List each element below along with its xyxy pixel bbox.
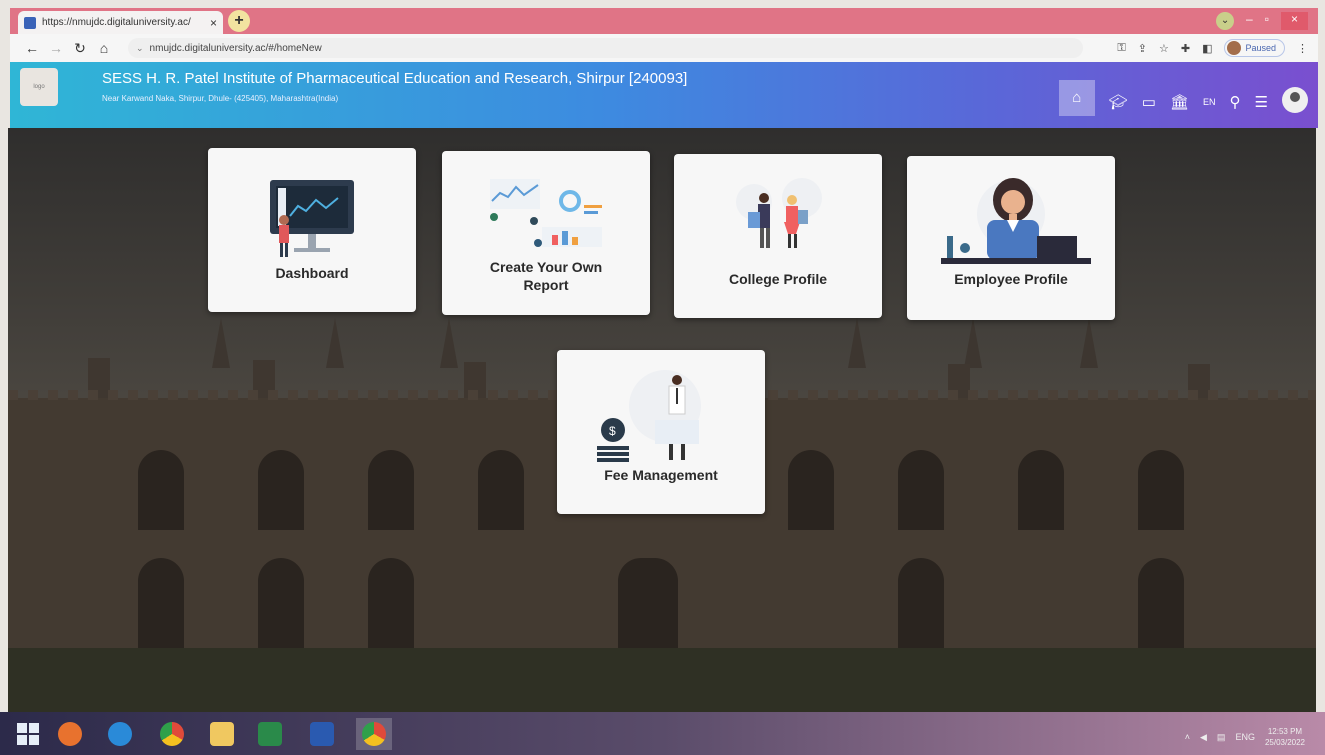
institute-name: SESS H. R. Patel Institute of Pharmaceut… <box>102 70 688 87</box>
reload-icon[interactable]: ↻ <box>68 40 92 57</box>
fee-management-card[interactable]: $ Fee Management <box>557 350 765 514</box>
screen: https://nmujdc.digitaluniversity.ac/ × +… <box>0 0 1325 755</box>
start-button[interactable] <box>10 718 46 750</box>
institute-address: Near Karwand Naka, Shirpur, Dhule- (4254… <box>102 94 339 103</box>
clock-date: 25/03/2022 <box>1264 738 1305 747</box>
building-window <box>1138 450 1184 530</box>
institute-logo[interactable]: logo <box>20 68 58 106</box>
report-illustration-icon <box>490 179 602 247</box>
bank-icon[interactable]: 🏛︎ <box>1170 93 1189 111</box>
building-window <box>898 450 944 530</box>
building-window <box>138 558 184 648</box>
building-window <box>368 558 414 648</box>
spire <box>212 318 230 368</box>
fee-management-label: Fee Management <box>604 467 718 483</box>
new-tab-button[interactable]: + <box>228 10 250 32</box>
clock[interactable]: 12:53 PM 25/03/2022 <box>1265 726 1305 748</box>
firefox-taskbar-icon[interactable] <box>52 718 88 750</box>
building-window <box>1018 450 1064 530</box>
tab-title: https://nmujdc.digitaluniversity.ac/ <box>42 17 191 28</box>
spire <box>848 318 866 368</box>
tray-chevron-icon[interactable]: ˄ <box>1185 732 1190 742</box>
building-window <box>258 450 304 530</box>
share-icon[interactable]: ⇪ <box>1138 42 1147 55</box>
building-door <box>618 558 678 648</box>
language-selector[interactable]: EN <box>1203 97 1216 107</box>
internet-explorer-taskbar-icon[interactable] <box>102 718 138 750</box>
site-favicon-icon <box>24 16 36 29</box>
employee-profile-label: Employee Profile <box>954 271 1068 287</box>
book-icon[interactable]: ▭ <box>1142 93 1156 111</box>
address-bar[interactable]: ⌄ nmujdc.digitaluniversity.ac/#/homeNew <box>128 38 1083 58</box>
building-window <box>788 450 834 530</box>
chrome-active-taskbar-icon[interactable] <box>356 718 392 750</box>
college-profile-label: College Profile <box>728 271 828 287</box>
bookmark-star-icon[interactable]: ☆ <box>1159 42 1169 55</box>
profile-button[interactable]: Paused <box>1224 39 1285 57</box>
dashboard-illustration-icon <box>270 180 354 257</box>
minimize-button[interactable]: – <box>1246 12 1253 30</box>
fee-management-illustration-icon: $ <box>597 370 701 462</box>
windows-logo-icon <box>17 723 39 745</box>
side-panel-icon[interactable]: ◧ <box>1202 42 1212 55</box>
network-icon[interactable]: ▤ <box>1217 732 1226 743</box>
browser-toolbar: ← → ↻ ⌂ ⌄ nmujdc.digitaluniversity.ac/#/… <box>10 34 1318 62</box>
browser-tab[interactable]: https://nmujdc.digitaluniversity.ac/ × <box>18 11 223 34</box>
window-controls: ⌄ – ▫ × <box>1216 12 1308 30</box>
header-nav: ⌂ 🎓︎ ▭ 🏛︎ EN ⚲ ☰ <box>1058 80 1308 116</box>
building-window <box>478 450 524 530</box>
spire <box>964 318 982 368</box>
clock-time: 12:53 PM <box>1267 727 1303 736</box>
file-explorer-taskbar-icon[interactable] <box>204 718 240 750</box>
extensions-icon[interactable]: ✚ <box>1181 42 1190 55</box>
system-tray: ˄ ◀ ▤ ENG 12:53 PM 25/03/2022 <box>1185 726 1305 748</box>
chrome-taskbar-icon[interactable] <box>154 718 190 750</box>
spire <box>440 318 458 368</box>
app-header: logo SESS H. R. Patel Institute of Pharm… <box>10 62 1318 128</box>
toolbar-actions: ⚿ ⇪ ☆ ✚ ◧ Paused ⋮ <box>1117 39 1308 57</box>
building-window <box>898 558 944 648</box>
building-window <box>368 450 414 530</box>
dashboard-label: Dashboard <box>275 265 349 281</box>
tab-search-icon[interactable]: ⌄ <box>1216 12 1235 30</box>
profile-status: Paused <box>1245 43 1276 53</box>
graduation-cap-icon[interactable]: 🎓︎ <box>1109 93 1128 111</box>
input-language[interactable]: ENG <box>1235 732 1255 742</box>
site-info-icon[interactable]: ⌄ <box>136 43 144 54</box>
browser-menu-icon[interactable]: ⋮ <box>1297 42 1308 55</box>
os-taskbar: ˄ ◀ ▤ ENG 12:53 PM 25/03/2022 <box>0 712 1325 755</box>
svg-text:$: $ <box>609 424 616 438</box>
home-browser-icon[interactable]: ⌂ <box>92 40 116 56</box>
maximize-button[interactable]: ▫ <box>1265 12 1269 30</box>
spire <box>326 318 344 368</box>
forward-arrow-icon[interactable]: → <box>44 40 68 56</box>
tab-close-icon[interactable]: × <box>210 16 217 30</box>
back-arrow-icon[interactable]: ← <box>20 40 44 56</box>
word-taskbar-icon[interactable] <box>304 718 340 750</box>
create-report-card[interactable]: Create Your Own Report <box>442 151 650 315</box>
key-icon[interactable]: ⚿ <box>1117 42 1125 55</box>
building-window <box>258 558 304 648</box>
browser-tab-strip: https://nmujdc.digitaluniversity.ac/ × +… <box>10 8 1318 34</box>
search-icon[interactable]: ⚲ <box>1230 93 1241 111</box>
employee-profile-card[interactable]: Employee Profile <box>907 156 1115 320</box>
dashboard-card[interactable]: Dashboard <box>208 148 416 312</box>
user-avatar-icon[interactable] <box>1282 87 1308 113</box>
background-lawn <box>8 648 1316 718</box>
spire <box>1080 318 1098 368</box>
college-profile-card[interactable]: College Profile <box>674 154 882 318</box>
profile-avatar <box>1227 41 1242 55</box>
menu-icon[interactable]: ☰ <box>1255 93 1268 111</box>
excel-taskbar-icon[interactable] <box>252 718 288 750</box>
employee-profile-illustration-icon <box>941 178 1091 264</box>
create-report-label-line2: Report <box>523 277 569 293</box>
volume-icon[interactable]: ◀ <box>1200 732 1207 743</box>
building-window <box>1138 558 1184 648</box>
college-profile-illustration-icon <box>736 178 822 248</box>
building-window <box>138 450 184 530</box>
create-report-label-line1: Create Your Own <box>489 259 603 275</box>
home-icon[interactable]: ⌂ <box>1058 80 1095 116</box>
url-text: nmujdc.digitaluniversity.ac/#/homeNew <box>149 42 322 54</box>
close-window-button[interactable]: × <box>1280 12 1308 30</box>
